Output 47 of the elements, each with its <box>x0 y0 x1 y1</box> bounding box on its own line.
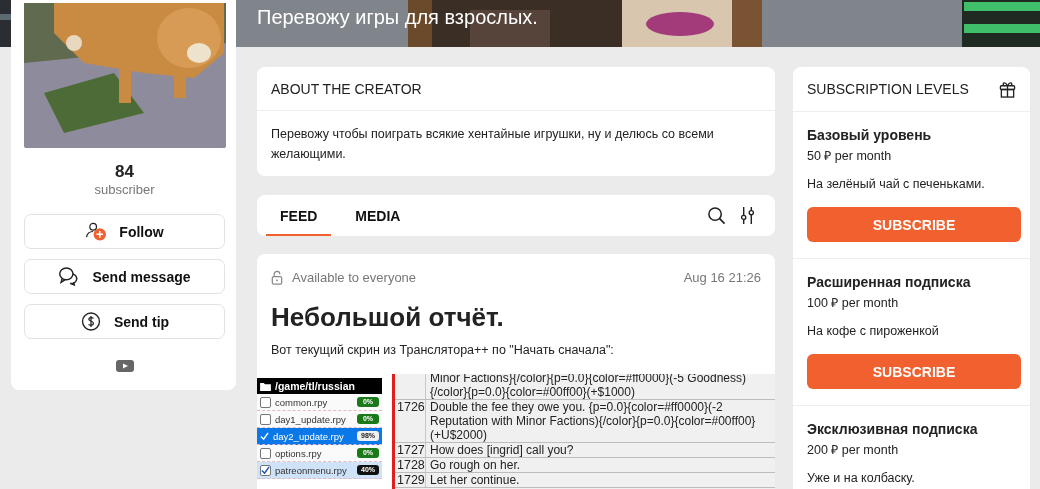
tier-description: Уже и на колбаску. <box>807 470 916 486</box>
table-cell-text: Go rough on her. <box>429 458 521 472</box>
table-cell-text: Double the fee they owe you. {p=0.0}{color=#ff0000}(-2 Reputation with Minor Factions){/color}{p=0.0}{color=#00ff00} (+U$2000) <box>429 400 756 442</box>
post-title: Небольшой отчёт. <box>271 302 505 332</box>
gift-icon <box>999 80 1016 98</box>
dollar-coin-icon <box>79 312 102 331</box>
tier-name: Базовый уровень <box>807 126 933 144</box>
table-cell-text: Let her continue. <box>429 473 520 487</box>
table-cell-text: How does [ingrid] call you? <box>429 443 574 457</box>
tab[interactable]: MEDIA <box>341 195 415 236</box>
add-person-icon <box>85 222 108 241</box>
line-number: 1728 <box>395 458 426 472</box>
post-date: Aug 16 21:26 <box>683 270 761 285</box>
section-title: ABOUT THE CREATOR <box>257 67 775 111</box>
tier-description: На зелёный чай с печеньками. <box>807 176 986 192</box>
access-label: Available to everyone <box>292 270 417 285</box>
tier-name: Расширенная подписка <box>807 273 972 291</box>
follow-button[interactable]: Follow <box>24 214 225 249</box>
post-text: Вот текущий скрин из Транслятора++ по "Начать сначала": <box>271 342 615 358</box>
search-icon[interactable] <box>707 206 726 225</box>
filter-icon[interactable] <box>738 206 757 225</box>
tier-price: 100 ₽ per month <box>807 295 900 311</box>
check-icon <box>261 465 270 475</box>
folder-header: /game/tl/russian <box>257 378 382 394</box>
checkbox[interactable] <box>260 447 271 459</box>
folder-icon <box>260 381 271 391</box>
line-number: 1726 <box>395 400 426 442</box>
send-message-button[interactable]: Send message <box>24 259 225 294</box>
checkbox[interactable] <box>260 396 271 408</box>
check-icon <box>260 431 269 441</box>
unlocked-lock-icon <box>271 270 283 285</box>
section-title: SUBSCRIPTION LEVELS <box>807 81 969 97</box>
tier-description: На кофе с пироженкой <box>807 323 940 339</box>
tier-name: Эксклюзивная подписка <box>807 420 979 438</box>
send-tip-button[interactable]: Send tip <box>24 304 225 339</box>
line-number: 1727 <box>395 443 426 457</box>
checkbox[interactable] <box>260 464 271 476</box>
video-play-icon[interactable] <box>115 360 134 372</box>
tab[interactable]: FEED <box>266 195 332 236</box>
line-number: 1729 <box>395 473 426 487</box>
subscriber-count: 84 <box>115 162 134 182</box>
subscriber-label: subscriber <box>94 182 155 198</box>
checkbox[interactable] <box>260 413 271 425</box>
table-cell-text: Minor Factions}{/color}{p=0.0}{color=#ff0000}(-5 Goodness) {/color}{p=0.0}{color=#00ff00}(+$1000) <box>429 374 746 399</box>
tier-price: 200 ₽ per month <box>807 442 900 458</box>
about-text: Перевожу чтобы поиграть всякие хентайные игрушки, ну и делюсь со всеми желающими. <box>270 126 715 163</box>
tier-price: 50 ₽ per month <box>807 148 893 164</box>
